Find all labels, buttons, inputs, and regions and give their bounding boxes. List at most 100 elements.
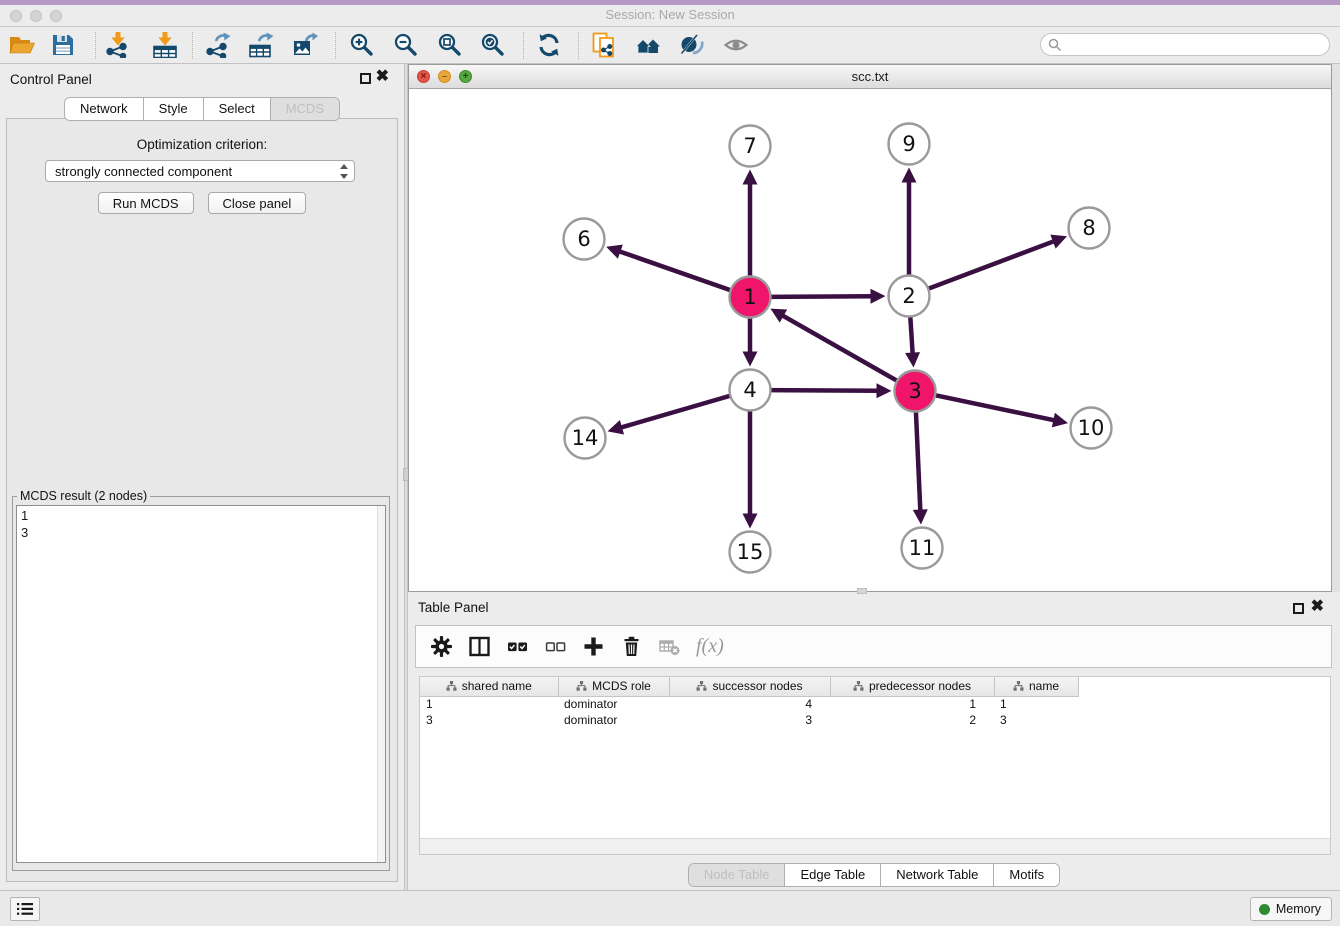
table-cell[interactable]: 3 — [994, 712, 1078, 728]
graph-edge-2-8[interactable] — [925, 241, 1055, 290]
result-scrollbar[interactable] — [377, 506, 385, 862]
search-box[interactable] — [1040, 33, 1330, 56]
column-header-label: MCDS role — [592, 679, 651, 693]
network-canvas[interactable]: 1 2 3 4 6 7 8 9 10 11 14 15 — [409, 89, 1331, 591]
graph-edge-4-3[interactable] — [767, 390, 879, 391]
table-settings-button[interactable] — [430, 635, 453, 658]
table-row[interactable]: 3dominator323 — [420, 712, 1078, 728]
graph-node-8[interactable]: 8 — [1069, 208, 1110, 249]
float-panel-icon[interactable] — [360, 73, 371, 84]
graph-edge-1-2[interactable] — [767, 296, 873, 297]
function-builder-button[interactable]: f(x) — [696, 635, 724, 658]
table-cell[interactable]: 3 — [669, 712, 830, 728]
graph-edge-arrowhead — [743, 514, 758, 529]
control-panel: Control Panel ✖ NetworkStyleSelectMCDS O… — [0, 64, 404, 890]
table-close-icon[interactable]: ✖ — [1311, 598, 1324, 616]
network-window-titlebar[interactable]: × – + scc.txt — [409, 65, 1331, 89]
split-panel-button[interactable] — [468, 635, 491, 658]
zoom-fit-button[interactable] — [435, 30, 465, 60]
graph-node-label: 3 — [908, 379, 921, 403]
select-all-button[interactable] — [506, 635, 529, 658]
graph-edge-2-3[interactable] — [910, 313, 913, 355]
export-image-button[interactable] — [290, 30, 320, 60]
graph-node-10[interactable]: 10 — [1071, 408, 1112, 449]
delete-column-button[interactable] — [620, 635, 643, 658]
tab-select[interactable]: Select — [204, 98, 271, 120]
save-session-button[interactable] — [48, 30, 78, 60]
mcds-result-text[interactable]: 13 — [16, 505, 386, 863]
clone-network-button[interactable] — [589, 30, 619, 60]
table-row[interactable]: 1dominator411 — [420, 696, 1078, 712]
table-cell[interactable]: 2 — [830, 712, 994, 728]
delete-table-button[interactable] — [658, 635, 681, 658]
add-column-button[interactable] — [582, 635, 605, 658]
tab-node-table[interactable]: Node Table — [689, 864, 786, 886]
graph-node-4[interactable]: 4 — [730, 370, 771, 411]
apply-layout-button[interactable] — [534, 30, 564, 60]
deselect-all-button[interactable] — [544, 635, 567, 658]
network-graph: 1 2 3 4 6 7 8 9 10 11 14 15 — [409, 89, 1331, 591]
task-history-button[interactable] — [10, 897, 40, 921]
tab-style[interactable]: Style — [144, 98, 204, 120]
graph-edge-3-10[interactable] — [932, 395, 1056, 421]
hide-details-icon — [679, 32, 705, 58]
graph-node-11[interactable]: 11 — [902, 528, 943, 569]
graph-edge-4-14[interactable] — [619, 395, 733, 428]
column-header-MCDS-role[interactable]: MCDS role — [558, 677, 669, 696]
graph-edge-1-6[interactable] — [618, 251, 734, 292]
column-header-name[interactable]: name — [994, 677, 1078, 696]
graph-node-6[interactable]: 6 — [564, 219, 605, 260]
graph-node-15[interactable]: 15 — [730, 532, 771, 573]
tab-motifs[interactable]: Motifs — [994, 864, 1059, 886]
export-network-button[interactable] — [203, 30, 233, 60]
table-float-icon[interactable] — [1293, 603, 1304, 614]
zoom-in-button[interactable] — [347, 30, 377, 60]
table-cell[interactable]: dominator — [558, 712, 669, 728]
graph-node-1[interactable]: 1 — [730, 277, 771, 318]
trash-icon — [620, 635, 643, 658]
table-cell[interactable]: 1 — [420, 696, 558, 712]
import-table-button[interactable] — [150, 30, 180, 60]
zoom-out-button[interactable] — [391, 30, 421, 60]
toolbar-separator — [192, 32, 193, 59]
tab-network-table[interactable]: Network Table — [881, 864, 994, 886]
column-header-predecessor-nodes[interactable]: predecessor nodes — [830, 677, 994, 696]
close-panel-button[interactable]: Close panel — [208, 192, 307, 214]
table-cell[interactable]: 4 — [669, 696, 830, 712]
horizontal-splitter-handle[interactable] — [857, 588, 867, 594]
close-panel-icon[interactable]: ✖ — [376, 68, 389, 86]
table-horizontal-scrollbar[interactable] — [420, 838, 1330, 854]
search-input[interactable] — [1067, 35, 1322, 54]
node-table: shared name MCDS role successor nodesprede… — [419, 676, 1331, 855]
criterion-dropdown[interactable]: strongly connected component — [45, 160, 355, 182]
column-header-shared-name[interactable]: shared name — [420, 677, 558, 696]
memory-button[interactable]: Memory — [1250, 897, 1332, 921]
column-header-successor-nodes[interactable]: successor nodes — [669, 677, 830, 696]
tab-edge-table[interactable]: Edge Table — [785, 864, 881, 886]
graph-edge-3-11[interactable] — [916, 408, 921, 512]
hide-graphics-details-button[interactable] — [677, 30, 707, 60]
table-cell[interactable]: dominator — [558, 696, 669, 712]
table-cell[interactable]: 1 — [994, 696, 1078, 712]
graph-edge-arrowhead — [1052, 413, 1068, 428]
graph-node-14[interactable]: 14 — [565, 418, 606, 459]
graph-node-3[interactable]: 3 — [895, 371, 936, 412]
tab-mcds[interactable]: MCDS — [271, 98, 339, 120]
zoom-selected-button[interactable] — [478, 30, 508, 60]
graph-node-2[interactable]: 2 — [889, 276, 930, 317]
export-table-icon — [248, 32, 274, 58]
show-graphics-details-button[interactable] — [721, 30, 751, 60]
table-cell[interactable]: 1 — [830, 696, 994, 712]
network-overview-button[interactable] — [633, 30, 663, 60]
open-session-button[interactable] — [7, 30, 37, 60]
run-mcds-button[interactable]: Run MCDS — [98, 192, 194, 214]
graph-node-9[interactable]: 9 — [889, 124, 930, 165]
fx-icon: f(x) — [696, 635, 724, 657]
graph-edge-3-1[interactable] — [781, 315, 900, 383]
tab-network[interactable]: Network — [65, 98, 144, 120]
graph-node-7[interactable]: 7 — [730, 126, 771, 167]
export-table-button[interactable] — [246, 30, 276, 60]
table-cell[interactable]: 3 — [420, 712, 558, 728]
import-network-button[interactable] — [103, 30, 133, 60]
graph-edge-arrowhead — [870, 289, 885, 304]
